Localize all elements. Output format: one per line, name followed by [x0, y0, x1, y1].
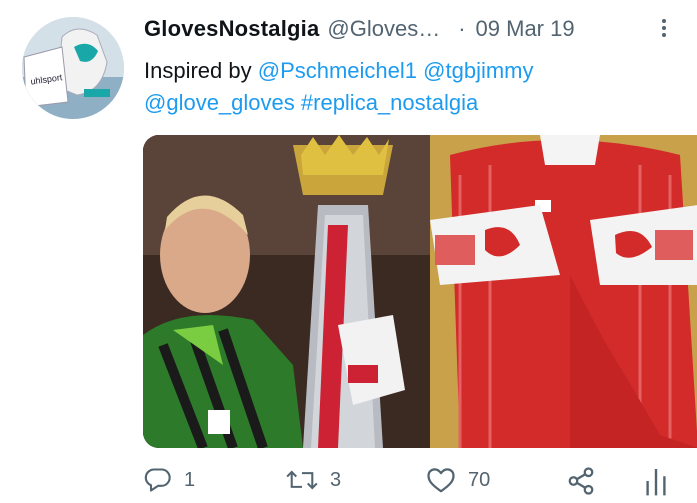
glove-avatar-image: uhlsport [22, 17, 124, 119]
analytics-button[interactable] [644, 466, 668, 496]
separator-dot: · [458, 16, 466, 41]
tweet-header: GlovesNostalgia @Gloves… · 09 Mar 19 [144, 14, 684, 44]
like-button[interactable]: 70 [426, 466, 490, 494]
tweet-date[interactable]: 09 Mar 19 [476, 16, 575, 42]
share-button[interactable] [566, 466, 596, 496]
mention-tgbjimmy[interactable]: @tgbjimmy [423, 58, 533, 83]
hashtag-replica-nostalgia[interactable]: #replica_nostalgia [301, 90, 478, 115]
share-icon [568, 467, 594, 495]
mention-pschmeichel1[interactable]: @Pschmeichel1 [258, 58, 417, 83]
photo-red-jersey-gloves[interactable] [430, 135, 697, 448]
user-handle[interactable]: @Gloves… [327, 16, 440, 42]
tweet-text: Inspired by @Pschmeichel1 @tgbjimmy @glov… [144, 55, 684, 119]
retweet-icon [286, 470, 318, 490]
heart-icon [427, 468, 455, 493]
analytics-icon [646, 469, 666, 496]
retweet-button[interactable]: 3 [286, 466, 341, 494]
display-name[interactable]: GlovesNostalgia [144, 16, 319, 42]
reply-count: 1 [184, 468, 196, 491]
tweet-text-prefix: Inspired by [144, 58, 258, 83]
avatar[interactable]: uhlsport [22, 17, 124, 119]
tweet-actions: 1 3 70 [144, 466, 697, 502]
mention-glove-gloves[interactable]: @glove_gloves [144, 90, 295, 115]
more-vertical-icon[interactable] [652, 16, 676, 46]
like-count: 70 [468, 468, 491, 491]
reply-icon [144, 468, 171, 492]
reply-button[interactable]: 1 [144, 466, 195, 494]
retweet-count: 3 [330, 468, 342, 491]
tweet-media[interactable] [143, 135, 697, 448]
photo-trophy-goalkeeper[interactable] [143, 135, 430, 448]
